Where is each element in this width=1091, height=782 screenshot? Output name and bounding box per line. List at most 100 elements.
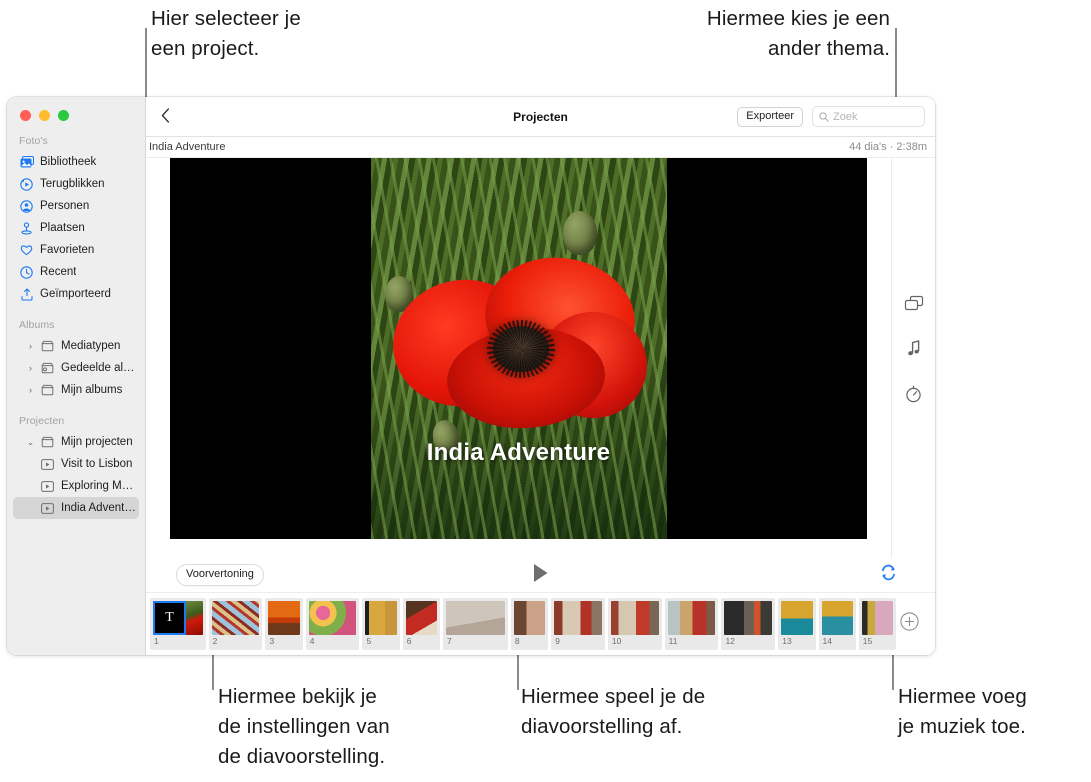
close-button[interactable] bbox=[20, 110, 31, 121]
filmstrip-slide-11[interactable]: 11 bbox=[664, 598, 719, 650]
play-button[interactable] bbox=[531, 563, 551, 588]
callout-view-settings: Hiermee bekijk je de instellingen van de… bbox=[218, 685, 390, 768]
sidebar-item-favorieten[interactable]: Favorieten bbox=[13, 239, 139, 261]
add-slide-button[interactable] bbox=[899, 612, 919, 636]
filmstrip-slide-14[interactable]: 14 bbox=[818, 598, 856, 650]
sidebar-item-label: Mediatypen bbox=[61, 340, 121, 352]
sidebar-item-label: Gedeelde albums bbox=[61, 362, 139, 374]
shared-folder-icon bbox=[40, 361, 55, 376]
toolbar: Projecten Exporteer Zoek bbox=[146, 97, 935, 137]
slide-number: 11 bbox=[668, 636, 678, 646]
sidebar-item-label: Mijn albums bbox=[61, 384, 123, 396]
sidebar-item-label: Personen bbox=[40, 200, 90, 212]
chevron-down-icon[interactable]: ⌄ bbox=[26, 437, 35, 448]
loop-button[interactable] bbox=[877, 564, 899, 586]
sidebar-item-terugblikken[interactable]: Terugblikken bbox=[13, 173, 139, 195]
thumbnail-image bbox=[554, 601, 602, 635]
callout-add-music: Hiermee voeg je muziek toe. bbox=[898, 685, 1027, 738]
filmstrip-slide-9[interactable]: 9 bbox=[551, 598, 605, 650]
content-area: Projecten Exporteer Zoek India Adventure… bbox=[146, 97, 935, 655]
places-icon bbox=[19, 221, 34, 236]
zoom-button[interactable] bbox=[58, 110, 69, 121]
export-button[interactable]: Exporteer bbox=[737, 106, 803, 127]
stage: India Adventure bbox=[146, 158, 935, 558]
filmstrip-slide-4[interactable]: 4 bbox=[305, 598, 360, 650]
filmstrip-slide-2[interactable]: 2 bbox=[208, 598, 263, 650]
project-subbar: India Adventure 44 dia's · 2:38m bbox=[146, 137, 935, 158]
theme-button[interactable] bbox=[901, 294, 927, 318]
sidebar-item-label: Exploring Mor… bbox=[61, 480, 139, 492]
folder-icon bbox=[40, 383, 55, 398]
people-icon bbox=[19, 199, 34, 214]
sidebar-item-exploring-mor[interactable]: Exploring Mor… bbox=[13, 475, 139, 497]
sidebar-item-india-adventure[interactable]: India Adventure bbox=[13, 497, 139, 519]
play-icon bbox=[533, 563, 549, 588]
slide-number: 6 bbox=[406, 636, 412, 646]
filmstrip-slide-15[interactable]: 15 bbox=[858, 598, 896, 650]
chevron-right-icon[interactable]: › bbox=[26, 341, 35, 351]
filmstrip-slide-5[interactable]: 5 bbox=[362, 598, 400, 650]
sidebar-item-gedeelde-albums[interactable]: › Gedeelde albums bbox=[13, 357, 139, 379]
filmstrip-slide-13[interactable]: 13 bbox=[778, 598, 816, 650]
slides-theme-icon bbox=[904, 295, 924, 317]
heart-icon bbox=[19, 243, 34, 258]
sidebar-item-bibliotheek[interactable]: Bibliotheek bbox=[13, 151, 139, 173]
slide-number: 5 bbox=[366, 636, 372, 646]
slide-number: 2 bbox=[212, 636, 218, 646]
chevron-right-icon[interactable]: › bbox=[26, 363, 35, 373]
slide-number: 15 bbox=[862, 636, 873, 646]
sidebar-item-label: Terugblikken bbox=[40, 178, 105, 190]
sidebar-item-label: Visit to Lisbon bbox=[61, 458, 133, 470]
sidebar-item-personen[interactable]: Personen bbox=[13, 195, 139, 217]
folder-icon bbox=[40, 339, 55, 354]
slide-preview[interactable]: India Adventure bbox=[170, 158, 867, 539]
poppy-bud bbox=[562, 211, 597, 255]
poppy-flower bbox=[382, 248, 660, 434]
search-icon bbox=[819, 111, 829, 122]
filmstrip[interactable]: T 1 2 3 4 5 6 7 8 9 10 11 12 13 14 15 bbox=[146, 593, 935, 655]
title-slide-badge: T bbox=[153, 601, 186, 635]
chevron-right-icon[interactable]: › bbox=[26, 385, 35, 395]
sidebar-item-label: Geïmporteerd bbox=[40, 288, 111, 300]
sidebar-group-title-photos: Foto's bbox=[19, 135, 48, 147]
music-button[interactable] bbox=[901, 339, 927, 363]
filmstrip-slide-10[interactable]: 10 bbox=[607, 598, 662, 650]
preview-settings-button[interactable]: Voorvertoning bbox=[176, 564, 264, 586]
library-icon bbox=[19, 155, 34, 170]
sidebar-item-recent[interactable]: Recent bbox=[13, 261, 139, 283]
thumbnail-image bbox=[268, 601, 300, 635]
thumbnail-image bbox=[513, 601, 546, 635]
slideshow-icon bbox=[40, 479, 55, 494]
filmstrip-slide-8[interactable]: 8 bbox=[510, 598, 549, 650]
callout-play-slideshow: Hiermee speel je de diavoorstelling af. bbox=[521, 685, 706, 738]
sidebar-item-visit-to-lisbon[interactable]: Visit to Lisbon bbox=[13, 453, 139, 475]
slide-number: 14 bbox=[822, 636, 832, 646]
sidebar-item-geimporteerd[interactable]: Geïmporteerd bbox=[13, 283, 139, 305]
filmstrip-slide-6[interactable]: 6 bbox=[402, 598, 440, 650]
sidebar-item-mijn-projecten[interactable]: ⌄ Mijn projecten bbox=[13, 431, 139, 453]
sidebar-item-plaatsen[interactable]: Plaatsen bbox=[13, 217, 139, 239]
filmstrip-slide-1[interactable]: T 1 bbox=[150, 598, 206, 650]
sidebar-item-mediatypen[interactable]: › Mediatypen bbox=[13, 335, 139, 357]
memories-icon bbox=[19, 177, 34, 192]
sidebar-item-mijn-albums[interactable]: › Mijn albums bbox=[13, 379, 139, 401]
filmstrip-slide-3[interactable]: 3 bbox=[265, 598, 303, 650]
plus-circle-icon bbox=[899, 612, 919, 636]
minimize-button[interactable] bbox=[39, 110, 50, 121]
photos-app-window: Foto's Bibliotheek Terugblikken Personen bbox=[7, 97, 935, 655]
thumbnail-image bbox=[445, 601, 505, 635]
slide-number: 12 bbox=[725, 636, 735, 646]
thumbnail-image bbox=[821, 601, 853, 635]
thumbnail-image bbox=[724, 601, 773, 635]
slide-number: 9 bbox=[555, 636, 560, 646]
filmstrip-slide-12[interactable]: 12 bbox=[721, 598, 776, 650]
sidebar-item-label: Bibliotheek bbox=[40, 156, 97, 168]
back-button[interactable] bbox=[154, 106, 176, 128]
chevron-left-icon bbox=[161, 107, 170, 126]
stopwatch-icon bbox=[905, 385, 922, 408]
search-input[interactable]: Zoek bbox=[812, 106, 925, 127]
filmstrip-slide-7[interactable]: 7 bbox=[442, 598, 508, 650]
poppy-center bbox=[486, 320, 555, 378]
duration-button[interactable] bbox=[901, 384, 927, 408]
sidebar: Foto's Bibliotheek Terugblikken Personen bbox=[7, 97, 146, 655]
